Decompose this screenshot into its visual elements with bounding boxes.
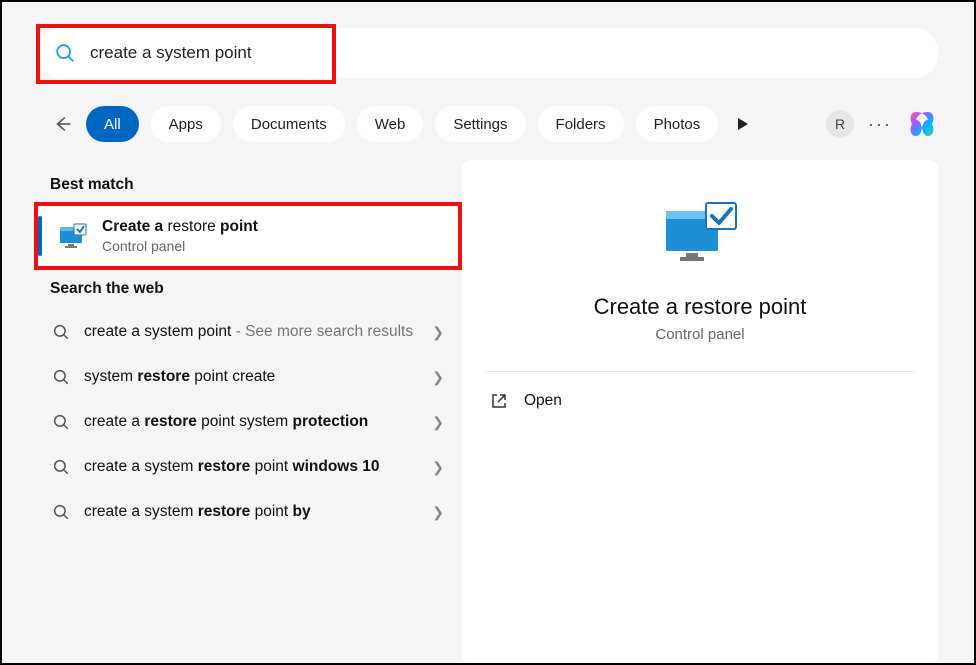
web-result-text: create a restore point system protection [84, 412, 418, 433]
tab-label: All [104, 116, 121, 133]
monitor-check-icon [58, 221, 88, 251]
chevron-right-icon: ❯ [432, 504, 444, 521]
more-options-icon[interactable]: ··· [868, 114, 892, 135]
tab-folders[interactable]: Folders [538, 106, 624, 142]
search-icon [52, 503, 70, 521]
best-match-title: Create a restore point [102, 218, 258, 236]
tab-label: Settings [453, 116, 507, 133]
tab-documents[interactable]: Documents [233, 106, 345, 142]
tab-photos[interactable]: Photos [636, 106, 719, 142]
copilot-icon[interactable] [906, 108, 938, 140]
web-result-text: create a system point - See more search … [84, 322, 418, 343]
web-result-item[interactable]: create a restore point system protection… [38, 400, 458, 445]
tab-label: Apps [169, 116, 203, 133]
chevron-right-icon: ❯ [432, 414, 444, 431]
web-result-item[interactable]: create a system restore point windows 10… [38, 445, 458, 490]
tab-apps[interactable]: Apps [151, 106, 221, 142]
filter-bar: All Apps Documents Web Settings Folders … [52, 102, 938, 146]
search-input[interactable] [76, 43, 938, 63]
search-icon [54, 42, 76, 64]
web-result-text: system restore point create [84, 367, 418, 388]
open-external-icon [490, 392, 508, 410]
tab-all[interactable]: All [86, 106, 139, 142]
tab-label: Web [375, 116, 406, 133]
tab-label: Documents [251, 116, 327, 133]
web-result-text: create a system restore point by [84, 502, 418, 523]
chevron-right-icon: ❯ [432, 459, 444, 476]
section-search-web-label: Search the web [50, 280, 458, 298]
chevron-right-icon: ❯ [432, 324, 444, 341]
best-match-subtitle: Control panel [102, 238, 258, 254]
search-icon [52, 368, 70, 386]
search-bar[interactable] [38, 28, 938, 78]
section-best-match-label: Best match [50, 176, 458, 194]
back-arrow-icon[interactable] [52, 113, 74, 135]
tab-web[interactable]: Web [357, 106, 424, 142]
web-result-text: create a system restore point windows 10 [84, 457, 418, 478]
tab-settings[interactable]: Settings [435, 106, 525, 142]
tab-label: Photos [654, 116, 701, 133]
search-icon [52, 413, 70, 431]
preview-title: Create a restore point [486, 294, 914, 320]
user-initial: R [835, 116, 845, 132]
search-icon [52, 458, 70, 476]
action-open[interactable]: Open [486, 372, 914, 430]
tab-label: Folders [556, 116, 606, 133]
search-icon [52, 323, 70, 341]
selection-accent [38, 216, 42, 256]
more-filters-icon[interactable] [738, 118, 748, 130]
preview-subtitle: Control panel [486, 326, 914, 343]
preview-pane: Create a restore point Control panel Ope… [462, 160, 938, 663]
best-match-result[interactable]: Create a restore point Control panel [38, 206, 458, 266]
action-label: Open [524, 392, 562, 410]
chevron-right-icon: ❯ [432, 369, 444, 386]
web-result-item[interactable]: create a system restore point by ❯ [38, 490, 458, 535]
web-result-item[interactable]: system restore point create ❯ [38, 355, 458, 400]
monitor-check-icon-large [660, 200, 740, 272]
web-result-item[interactable]: create a system point - See more search … [38, 310, 458, 355]
web-results-list: create a system point - See more search … [38, 310, 458, 535]
user-avatar[interactable]: R [826, 110, 854, 138]
